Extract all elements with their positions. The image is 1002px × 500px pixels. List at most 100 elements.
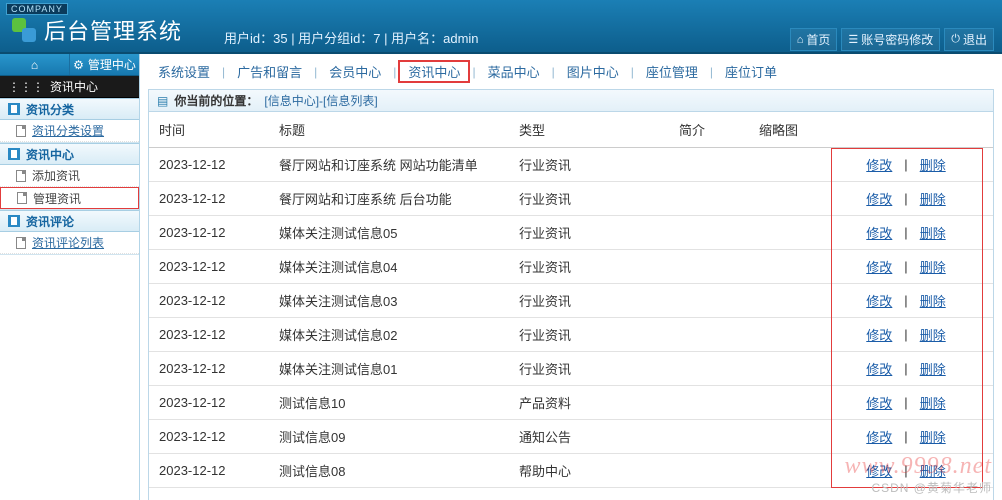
tab[interactable]: 图片中心 [557, 60, 629, 83]
tab-separator: | [629, 65, 636, 79]
cell-thumb [749, 352, 829, 386]
exit-link[interactable]: ⏻退出 [944, 28, 994, 51]
cell-type: 行业资讯 [509, 284, 669, 318]
table-header-row: 时间 标题 类型 简介 缩略图 [149, 112, 993, 148]
cell-title: 测试信息10 [269, 386, 509, 420]
sidebar-active-category: ⋮⋮⋮ 资讯中心 [0, 76, 139, 98]
top-tabs: 系统设置|广告和留言|会员中心|资讯中心|菜品中心|图片中心|座位管理|座位订单 [148, 60, 994, 87]
user-info: 用户id：35 | 用户分组id：7 | 用户名：admin [224, 28, 479, 47]
edit-link[interactable]: 修改 [866, 189, 892, 208]
cell-type: 行业资讯 [509, 250, 669, 284]
col-type: 类型 [509, 112, 669, 148]
breadcrumb-path: [信息中心]-[信息列表] [264, 92, 377, 109]
tab-separator: | [550, 65, 557, 79]
table-row: 2023-12-12媒体关注测试信息01行业资讯修改|删除 [149, 352, 993, 386]
cell-title: 媒体关注测试信息02 [269, 318, 509, 352]
tab[interactable]: 资讯中心 [398, 60, 470, 83]
edit-link[interactable]: 修改 [866, 427, 892, 446]
cell-time: 2023-12-12 [149, 250, 269, 284]
delete-link[interactable]: 删除 [920, 427, 946, 446]
cell-intro [669, 318, 749, 352]
cell-intro [669, 454, 749, 488]
table-row: 2023-12-12媒体关注测试信息03行业资讯修改|删除 [149, 284, 993, 318]
sidebar-item-label: 管理资讯 [33, 190, 81, 207]
cell-ops: 修改|删除 [829, 420, 993, 454]
gear-icon: ⚙ [73, 58, 84, 72]
delete-link[interactable]: 删除 [920, 325, 946, 344]
table-row: 2023-12-12媒体关注测试信息02行业资讯修改|删除 [149, 318, 993, 352]
password-link[interactable]: ☰账号密码修改 [841, 28, 940, 51]
cell-thumb [749, 454, 829, 488]
table-row: 2023-12-12餐厅网站和订座系统 后台功能行业资讯修改|删除 [149, 182, 993, 216]
delete-link[interactable]: 删除 [920, 189, 946, 208]
delete-link[interactable]: 删除 [920, 257, 946, 276]
cell-title: 媒体关注测试信息03 [269, 284, 509, 318]
tab[interactable]: 座位管理 [636, 60, 708, 83]
edit-link[interactable]: 修改 [866, 257, 892, 276]
cell-title: 餐厅网站和订座系统 后台功能 [269, 182, 509, 216]
delete-link[interactable]: 删除 [920, 359, 946, 378]
grid-icon: ⋮⋮⋮ [8, 80, 44, 94]
cell-ops: 修改|删除 [829, 250, 993, 284]
edit-link[interactable]: 修改 [866, 325, 892, 344]
tab[interactable]: 广告和留言 [227, 60, 312, 83]
sidebar-item[interactable]: 资讯分类设置 [0, 120, 139, 142]
table-row: 2023-12-12媒体关注测试信息04行业资讯修改|删除 [149, 250, 993, 284]
col-intro: 简介 [669, 112, 749, 148]
delete-link[interactable]: 删除 [920, 393, 946, 412]
sidebar-home-button[interactable]: ⌂ [0, 54, 70, 75]
sidebar-group-header[interactable]: 资讯评论 [0, 210, 139, 232]
cell-intro [669, 148, 749, 182]
cell-ops: 修改|删除 [829, 454, 993, 488]
delete-link[interactable]: 删除 [920, 461, 946, 480]
delete-link[interactable]: 删除 [920, 291, 946, 310]
col-ops [829, 112, 993, 148]
sidebar-group-header[interactable]: 资讯中心 [0, 143, 139, 165]
book-icon [8, 148, 20, 160]
edit-link[interactable]: 修改 [866, 393, 892, 412]
cell-intro [669, 420, 749, 454]
edit-link[interactable]: 修改 [866, 359, 892, 378]
sidebar-group-header[interactable]: 资讯分类 [0, 98, 139, 120]
cell-time: 2023-12-12 [149, 454, 269, 488]
power-icon: ⏻ [951, 33, 960, 46]
cell-intro [669, 216, 749, 250]
cell-intro [669, 284, 749, 318]
cell-time: 2023-12-12 [149, 284, 269, 318]
home-link[interactable]: ⌂首页 [790, 28, 838, 51]
edit-link[interactable]: 修改 [866, 291, 892, 310]
cell-title: 测试信息09 [269, 420, 509, 454]
edit-link[interactable]: 修改 [866, 461, 892, 480]
edit-link[interactable]: 修改 [866, 155, 892, 174]
sidebar-manage-button[interactable]: ⚙管理中心 [70, 54, 139, 75]
cell-time: 2023-12-12 [149, 386, 269, 420]
sidebar-item[interactable]: 管理资讯 [0, 187, 139, 209]
cell-type: 行业资讯 [509, 148, 669, 182]
cell-type: 行业资讯 [509, 182, 669, 216]
sidebar-item[interactable]: 添加资讯 [0, 165, 139, 187]
delete-link[interactable]: 删除 [920, 223, 946, 242]
cell-title: 媒体关注测试信息01 [269, 352, 509, 386]
delete-link[interactable]: 删除 [920, 155, 946, 174]
main-content: 系统设置|广告和留言|会员中心|资讯中心|菜品中心|图片中心|座位管理|座位订单… [140, 54, 1002, 500]
company-badge: COMPANY [6, 3, 68, 15]
edit-link[interactable]: 修改 [866, 223, 892, 242]
tab[interactable]: 系统设置 [148, 60, 220, 83]
tab-separator: | [708, 65, 715, 79]
table-row: 2023-12-12媒体关注测试信息05行业资讯修改|删除 [149, 216, 993, 250]
cell-time: 2023-12-12 [149, 148, 269, 182]
sidebar-item-label: 添加资讯 [32, 167, 80, 184]
tab[interactable]: 会员中心 [319, 60, 391, 83]
cell-time: 2023-12-12 [149, 182, 269, 216]
sidebar-item[interactable]: 资讯评论列表 [0, 232, 139, 254]
cell-intro [669, 352, 749, 386]
tab[interactable]: 菜品中心 [478, 60, 550, 83]
cell-thumb [749, 148, 829, 182]
col-time: 时间 [149, 112, 269, 148]
sidebar-active-label: 资讯中心 [50, 78, 98, 95]
cell-title: 餐厅网站和订座系统 网站功能清单 [269, 148, 509, 182]
data-table: 时间 标题 类型 简介 缩略图 2023-12-12餐厅网站和订座系统 网站功能… [149, 112, 993, 488]
sidebar-group: 资讯评论资讯评论列表 [0, 210, 139, 255]
cell-thumb [749, 250, 829, 284]
tab[interactable]: 座位订单 [715, 60, 787, 83]
